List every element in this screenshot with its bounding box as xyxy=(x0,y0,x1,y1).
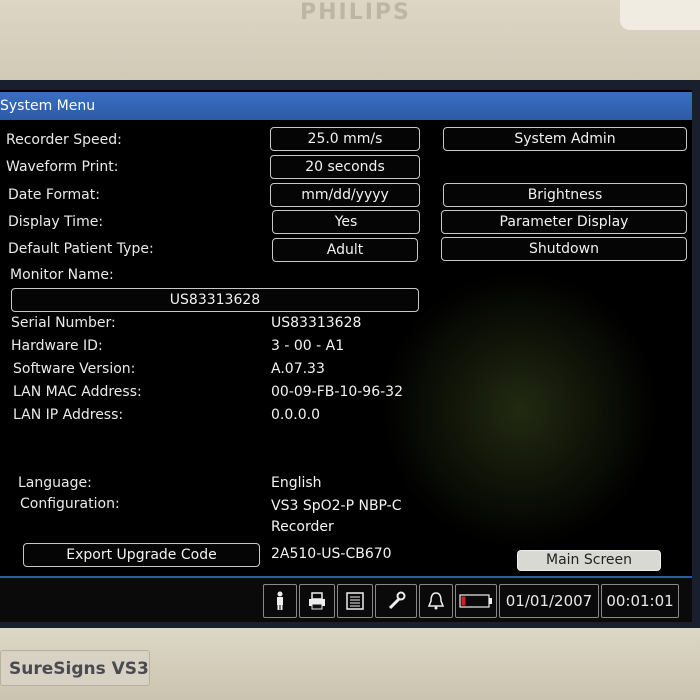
hardware-id-value: 3 - 00 - A1 xyxy=(271,338,345,354)
configuration-value-line1: VS3 SpO2-P NBP-C xyxy=(271,498,402,514)
status-bar: 01/01/2007 00:01:01 xyxy=(0,576,692,622)
model-badge: SureSigns VS3 xyxy=(0,650,150,686)
software-version-label: Software Version: xyxy=(13,361,136,377)
lan-ip-label: LAN IP Address: xyxy=(13,407,124,423)
bezel-tab xyxy=(620,0,700,30)
window-title: System Menu xyxy=(0,98,96,114)
configuration-label: Configuration: xyxy=(20,496,120,512)
document-icon[interactable] xyxy=(337,584,373,618)
date-format-button[interactable]: mm/dd/yyyy xyxy=(270,183,420,207)
serial-number-label: Serial Number: xyxy=(11,315,116,331)
shutdown-button[interactable]: Shutdown xyxy=(441,237,687,261)
printer-icon[interactable] xyxy=(299,584,335,618)
window-title-bar: System Menu xyxy=(0,92,692,120)
date-format-label: Date Format: xyxy=(8,187,100,203)
configuration-value-line2: Recorder xyxy=(271,519,334,535)
waveform-print-label: Waveform Print: xyxy=(6,159,119,175)
status-time: 00:01:01 xyxy=(601,584,679,618)
screen-glare xyxy=(380,270,660,550)
display-time-button[interactable]: Yes xyxy=(272,210,420,234)
display-time-label: Display Time: xyxy=(8,214,104,230)
lan-mac-label: LAN MAC Address: xyxy=(13,384,142,400)
monitor-screen: System Menu Recorder Speed: 25.0 mm/s Wa… xyxy=(0,90,692,622)
brightness-button[interactable]: Brightness xyxy=(443,183,687,207)
default-patient-type-button[interactable]: Adult xyxy=(272,238,418,262)
monitor-name-label: Monitor Name: xyxy=(10,267,114,283)
recorder-speed-label: Recorder Speed: xyxy=(6,132,122,148)
main-screen-button[interactable]: Main Screen xyxy=(517,550,661,571)
upgrade-code-value: 2A510-US-CB670 xyxy=(271,546,392,562)
lan-mac-value: 00-09-FB-10-96-32 xyxy=(271,384,403,400)
export-upgrade-code-button[interactable]: Export Upgrade Code xyxy=(23,543,260,567)
status-date: 01/01/2007 xyxy=(499,584,599,618)
software-version-value: A.07.33 xyxy=(271,361,325,377)
default-patient-type-label: Default Patient Type: xyxy=(8,241,154,257)
recorder-speed-button[interactable]: 25.0 mm/s xyxy=(270,127,420,151)
language-value: English xyxy=(271,475,322,491)
waveform-print-button[interactable]: 20 seconds xyxy=(270,155,420,179)
language-label: Language: xyxy=(18,475,92,491)
brand-logo-text: PHILIPS xyxy=(300,0,411,25)
system-admin-button[interactable]: System Admin xyxy=(443,127,687,151)
patient-icon[interactable] xyxy=(263,584,297,618)
hardware-id-label: Hardware ID: xyxy=(11,338,103,354)
lan-ip-value: 0.0.0.0 xyxy=(271,407,320,423)
parameter-display-button[interactable]: Parameter Display xyxy=(441,210,687,234)
serial-number-value: US83313628 xyxy=(271,315,362,331)
monitor-name-field[interactable]: US83313628 xyxy=(11,288,419,312)
alarm-bell-icon[interactable] xyxy=(419,584,453,618)
battery-icon xyxy=(455,584,497,618)
wrench-icon[interactable] xyxy=(375,584,417,618)
